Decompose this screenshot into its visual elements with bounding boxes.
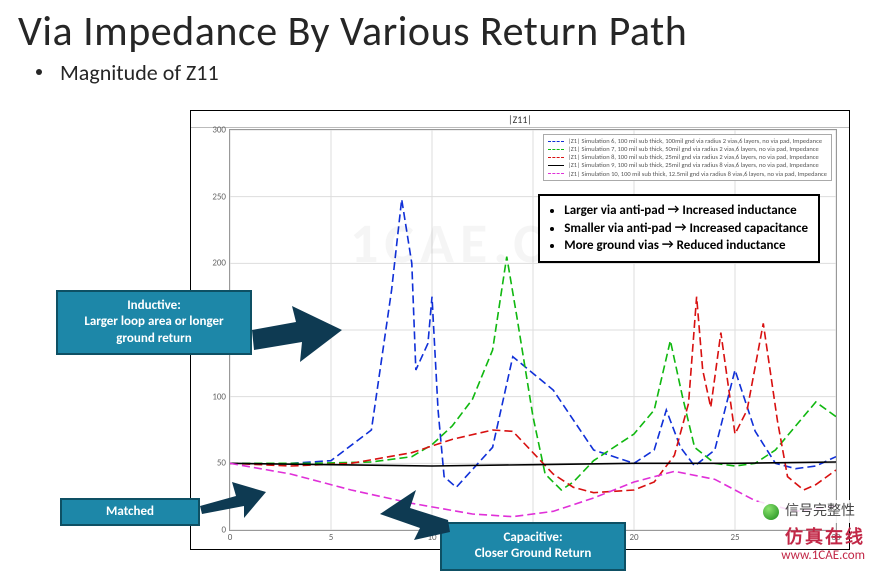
- callout-inductive-line3: ground return: [68, 331, 240, 347]
- legend-row: |Z1| Simulation 6, 100 mil sub thick, 10…: [548, 137, 827, 145]
- slide-subtitle: Magnitude of Z11: [0, 57, 881, 86]
- chart-title: |Z11|: [191, 112, 849, 128]
- x-tick-label: 5: [329, 530, 334, 543]
- note-item: Larger via anti-pad → Increased inductan…: [564, 202, 808, 220]
- arrow-inductive-icon: [252, 306, 342, 366]
- callout-inductive: Inductive: Larger loop area or longer gr…: [56, 290, 252, 355]
- x-tick-label: 20: [629, 530, 638, 543]
- callout-capacitive-line2: Closer Ground Return: [452, 546, 614, 562]
- notes-box: Larger via anti-pad → Increased inductan…: [538, 194, 820, 263]
- legend-label: |Z1| Simulation 9, 100 mil sub thick, 25…: [568, 161, 819, 169]
- brand-bubble: 信号完整性: [753, 500, 865, 523]
- note-item: More ground vias → Reduced inductance: [564, 237, 808, 255]
- arrow-capacitive-icon: [380, 490, 450, 540]
- x-tick-label: 25: [730, 530, 739, 543]
- legend-label: |Z1| Simulation 10, 100 mil sub thick, 1…: [568, 170, 827, 178]
- bullet-icon: [36, 69, 42, 75]
- slide-title: Via Impedance By Various Return Path: [0, 0, 881, 57]
- y-tick-label: 100: [212, 391, 230, 402]
- arrow-matched-icon: [200, 482, 266, 518]
- legend-label: |Z1| Simulation 8, 100 mil sub thick, 25…: [568, 153, 819, 161]
- brand-bubble-text: 信号完整性: [785, 503, 855, 520]
- legend-swatch-icon: [548, 141, 564, 142]
- subtitle-text: Magnitude of Z11: [60, 59, 219, 86]
- brand-url: www.1CAE.com: [753, 548, 865, 564]
- wechat-icon: [763, 504, 779, 520]
- y-tick-label: 300: [212, 125, 230, 136]
- y-tick-label: 50: [217, 458, 230, 469]
- legend-swatch-icon: [548, 157, 564, 158]
- legend-row: |Z1| Simulation 8, 100 mil sub thick, 25…: [548, 153, 827, 161]
- legend-swatch-icon: [548, 165, 564, 166]
- legend-swatch-icon: [548, 173, 564, 174]
- callout-capacitive: Capacitive: Closer Ground Return: [440, 522, 626, 571]
- callout-inductive-line2: Larger loop area or longer: [68, 314, 240, 330]
- brand-zh: 仿真在线: [753, 527, 865, 549]
- legend-label: |Z1| Simulation 6, 100 mil sub thick, 10…: [568, 137, 822, 145]
- y-tick-label: 250: [212, 191, 230, 202]
- legend-row: |Z1| Simulation 7, 100 mil sub thick, 50…: [548, 145, 827, 153]
- callout-inductive-line1: Inductive:: [68, 298, 240, 314]
- callout-capacitive-line1: Capacitive:: [452, 530, 614, 546]
- legend-swatch-icon: [548, 149, 564, 150]
- legend-row: |Z1| Simulation 9, 100 mil sub thick, 25…: [548, 161, 827, 169]
- note-item: Smaller via anti-pad → Increased capacit…: [564, 220, 808, 238]
- callout-matched: Matched: [60, 498, 200, 526]
- brand-block: 信号完整性 仿真在线 www.1CAE.com: [753, 500, 865, 564]
- chart-legend: |Z1| Simulation 6, 100 mil sub thick, 10…: [543, 134, 832, 181]
- legend-label: |Z1| Simulation 7, 100 mil sub thick, 50…: [568, 145, 819, 153]
- y-tick-label: 200: [212, 258, 230, 269]
- x-tick-label: 0: [228, 530, 233, 543]
- legend-row: |Z1| Simulation 10, 100 mil sub thick, 1…: [548, 170, 827, 178]
- callout-matched-text: Matched: [106, 504, 154, 519]
